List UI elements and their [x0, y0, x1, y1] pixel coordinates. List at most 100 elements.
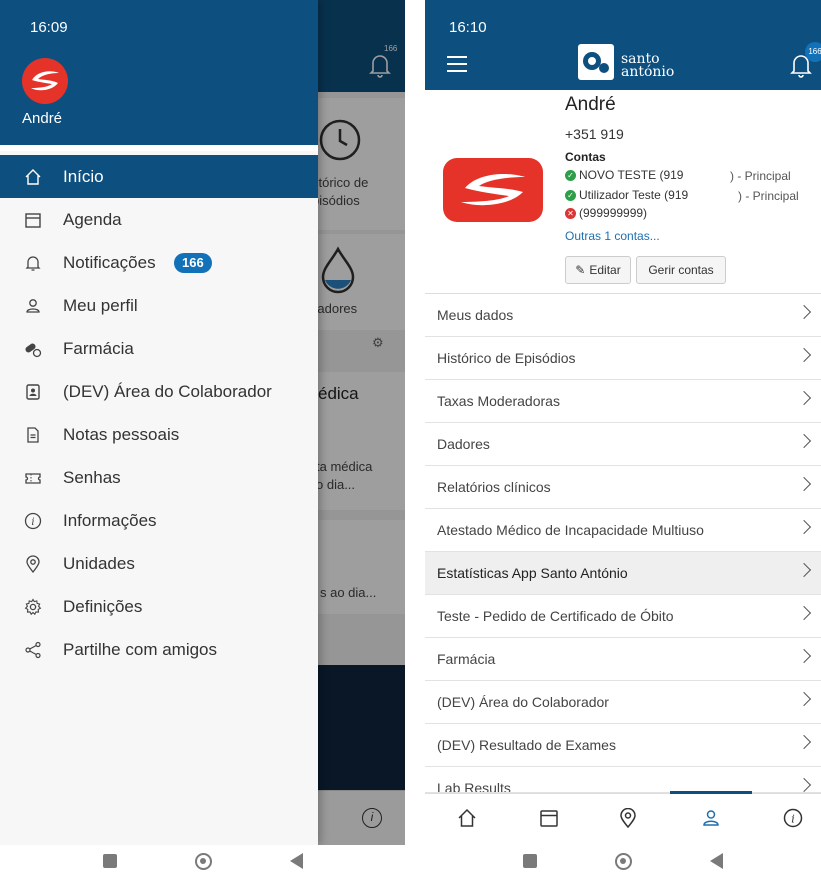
info-icon[interactable]: i [781, 806, 805, 830]
pill-icon [24, 340, 42, 358]
manage-accounts-button[interactable]: Gerir contas [636, 256, 726, 284]
list-item-label: Lab Results [437, 780, 511, 793]
gear-icon [24, 597, 42, 616]
menu-item-label: Início [63, 166, 104, 186]
bottom-tab-bar: i [425, 791, 821, 845]
list-item-label: Estatísticas App Santo António [437, 565, 628, 581]
list-item-farmacia[interactable]: Farmácia [425, 638, 821, 681]
account-role: ) - Principal [730, 169, 791, 183]
check-icon: ✓ [565, 169, 576, 181]
home-icon [24, 168, 42, 186]
list-item-relatorios[interactable]: Relatórios clínicos [425, 466, 821, 509]
list-item-area-colaborador[interactable]: (DEV) Área do Colaborador [425, 681, 821, 724]
navigation-drawer: 16:09 André Início Agenda Notificações 1… [0, 0, 318, 845]
more-accounts-link[interactable]: Outras 1 contas... [565, 229, 660, 243]
chevron-right-icon [796, 519, 812, 535]
system-navigation-bar [0, 845, 405, 877]
recents-button[interactable] [523, 854, 537, 868]
drawer-header-divider [0, 145, 318, 151]
account-role: ) - Principal [738, 189, 799, 203]
chevron-right-icon [796, 347, 812, 363]
account-name: NOVO TESTE (919 [579, 168, 684, 182]
list-item-estatisticas[interactable]: Estatísticas App Santo António [425, 552, 821, 595]
home-button[interactable] [194, 852, 212, 870]
chevron-right-icon [796, 433, 812, 449]
location-icon [24, 554, 42, 573]
calendar-icon [24, 211, 42, 229]
account-name: (999999999) [579, 206, 648, 220]
chevron-right-icon [796, 648, 812, 664]
list-item-dadores[interactable]: Dadores [425, 423, 821, 466]
note-icon [24, 426, 42, 444]
chevron-right-icon [796, 476, 812, 492]
back-button[interactable] [710, 853, 723, 869]
edit-button[interactable]: ✎ Editar [565, 256, 631, 284]
list-item-meus-dados[interactable]: Meus dados [425, 294, 821, 337]
chevron-right-icon [796, 562, 812, 578]
list-item-historico[interactable]: Histórico de Episódios [425, 337, 821, 380]
manage-accounts-label: Gerir contas [648, 263, 714, 277]
account-row: ✓ Utilizador Teste (919 [565, 188, 688, 202]
home-button[interactable] [615, 852, 632, 870]
badge-icon [24, 383, 42, 401]
menu-item-unidades[interactable]: Unidades [0, 542, 318, 585]
menu-item-label: (DEV) Área do Colaborador [63, 381, 272, 401]
menu-item-label: Senhas [63, 467, 121, 487]
menu-item-label: Informações [63, 510, 157, 530]
drawer-user-name: André [22, 110, 63, 127]
drawer-header: 16:09 André [0, 0, 318, 145]
chevron-right-icon [796, 734, 812, 750]
profile-logo [443, 158, 543, 222]
menu-item-definicoes[interactable]: Definições [0, 585, 318, 628]
system-navigation-bar [425, 845, 821, 877]
home-icon[interactable] [455, 806, 479, 830]
recents-button[interactable] [102, 854, 117, 868]
notification-badge: 166 [805, 42, 821, 62]
menu-item-area-colaborador[interactable]: (DEV) Área do Colaborador [0, 370, 318, 413]
menu-icon[interactable] [447, 56, 467, 72]
chevron-right-icon [796, 605, 812, 621]
ticket-icon [24, 469, 42, 487]
error-icon: ✕ [565, 207, 576, 219]
list-item-lab-results[interactable]: Lab Results [425, 767, 821, 793]
profile-name: André [565, 94, 616, 115]
menu-item-farmacia[interactable]: Farmácia [0, 327, 318, 370]
menu-item-meu-perfil[interactable]: Meu perfil [0, 284, 318, 327]
list-item-taxas[interactable]: Taxas Moderadoras [425, 380, 821, 423]
menu-item-label: Notificações [63, 252, 156, 272]
menu-item-informacoes[interactable]: i Informações [0, 499, 318, 542]
menu-item-senhas[interactable]: Senhas [0, 456, 318, 499]
list-item-certificado-obito[interactable]: Teste - Pedido de Certificado de Óbito [425, 595, 821, 638]
notification-count-badge: 166 [174, 253, 212, 273]
menu-item-notas-pessoais[interactable]: Notas pessoais [0, 413, 318, 456]
menu-item-label: Farmácia [63, 338, 134, 358]
chevron-right-icon [796, 691, 812, 707]
chevron-right-icon [796, 390, 812, 406]
menu-item-agenda[interactable]: Agenda [0, 198, 318, 241]
profile-card: André +351 919 Contas ✓ NOVO TESTE (919 … [425, 90, 821, 294]
list-item-label: (DEV) Resultado de Exames [437, 737, 616, 753]
menu-item-partilhe[interactable]: Partilhe com amigos [0, 628, 318, 671]
menu-item-inicio[interactable]: Início [0, 155, 318, 198]
person-icon[interactable] [699, 806, 723, 830]
app-header: 16:10 santo antónio 166 [425, 0, 821, 90]
location-icon[interactable] [616, 806, 640, 830]
menu-item-label: Partilhe com amigos [63, 639, 218, 659]
menu-item-label: Definições [63, 596, 143, 616]
list-item-resultado-exames[interactable]: (DEV) Resultado de Exames [425, 724, 821, 767]
status-bar: 16:10 [425, 0, 821, 40]
account-row: ✓ NOVO TESTE (919 [565, 168, 683, 182]
app-logo [22, 58, 68, 104]
edit-button-label: Editar [589, 263, 621, 277]
svg-text:i: i [31, 517, 34, 528]
list-item-label: (DEV) Área do Colaborador [437, 694, 609, 710]
back-button[interactable] [289, 853, 303, 869]
calendar-icon[interactable] [537, 806, 561, 830]
account-row: ✕ (999999999) [565, 206, 647, 220]
list-item-label: Farmácia [437, 651, 496, 667]
left-phone-screen: 166 stórico de pisódios Dadores ⚙ édica … [0, 0, 405, 877]
menu-item-label: Meu perfil [63, 295, 138, 315]
menu-item-notificacoes[interactable]: Notificações 166 [0, 241, 318, 284]
person-icon [24, 297, 42, 315]
list-item-atestado[interactable]: Atestado Médico de Incapacidade Multiuso [425, 509, 821, 552]
